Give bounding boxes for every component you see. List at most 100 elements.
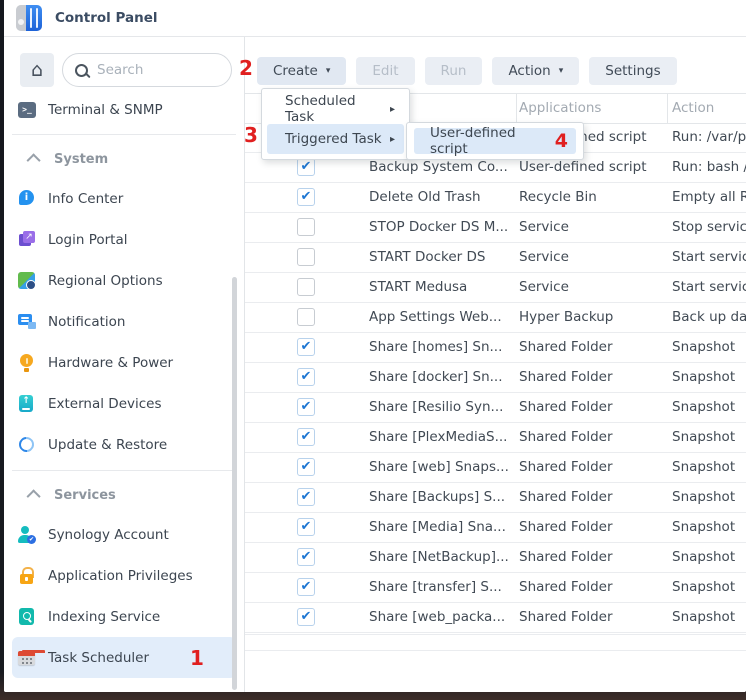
window-titlebar: Control Panel [4,0,746,37]
checkbox-checked[interactable]: ✔ [297,338,315,356]
sidebar-item-label: Hardware & Power [48,355,173,371]
button-label: Settings [605,63,660,79]
sidebar-item-info-center[interactable]: Info Center [12,178,236,219]
external-devices-icon [18,395,36,413]
sidebar-scrollbar[interactable] [232,277,237,690]
checkbox-checked[interactable]: ✔ [297,398,315,416]
check-icon: ✔ [298,369,314,384]
create-dropdown-menu: Scheduled Task▸Triggered Task▸ [261,88,410,160]
terminal-icon [18,101,36,119]
sidebar-item-label: Notification [48,314,125,330]
sidebar-item-external-devices[interactable]: External Devices [12,383,236,424]
sidebar-section-services[interactable]: Services [4,476,244,514]
table-row[interactable]: ✔Share [web] Snaps...Shared FolderSnapsh… [245,453,746,483]
checkbox-checked[interactable]: ✔ [297,578,315,596]
hardware-power-icon-part [24,368,29,372]
sidebar-item-label: Task Scheduler [48,650,149,666]
cell-application: Shared Folder [519,513,667,541]
column-header-applications[interactable]: Applications [519,94,601,122]
table-row[interactable]: ✔Share [web_packa...Shared FolderSnapsho… [245,603,746,633]
cell-application: Shared Folder [519,603,667,631]
table-row[interactable]: ✔Share [Backups] S...Shared FolderSnapsh… [245,483,746,513]
task-scheduler-icon-part [18,651,35,656]
sidebar-section-system[interactable]: System [4,140,244,178]
cell-task-name: Share [Resilio Syn... [369,393,511,421]
checkbox-checked[interactable]: ✔ [297,158,315,176]
create-button[interactable]: Create▾ [257,57,346,85]
check-icon: ✔ [298,189,314,204]
table-row[interactable]: ✔Share [Media] Sna...Shared FolderSnapsh… [245,513,746,543]
checkbox-unchecked[interactable]: ✔ [297,218,315,236]
edit-button: Edit [356,57,414,85]
table-row[interactable]: ✔Share [transfer] S...Shared FolderSnaps… [245,573,746,603]
table-row[interactable]: ✔STOP Docker DS M...ServiceStop servic [245,213,746,243]
table-row[interactable]: ✔START Docker DSServiceStart servic [245,243,746,273]
window-title: Control Panel [55,10,158,26]
search-input[interactable]: Search [62,53,232,87]
cell-application: Shared Folder [519,573,667,601]
sidebar-item-application-privileges[interactable]: Application Privileges [12,555,236,596]
table-row[interactable]: ✔ Share [Resilio Syn... Shared FolderSnaps… [245,393,746,423]
sidebar-item-login-portal[interactable]: Login Portal [12,219,236,260]
table-row[interactable]: ✔App Settings Web...Hyper BackupBack up … [245,303,746,333]
column-header-action[interactable]: Action [672,94,714,122]
cell-action: Empty all R [672,183,746,211]
main-panel: Create▾EditRunAction▾Settings Applicatio… [245,37,746,692]
notification-icon [18,313,36,331]
sidebar-item-label: External Devices [48,396,162,412]
checkbox-checked[interactable]: ✔ [297,188,315,206]
settings-button[interactable]: Settings [589,57,676,85]
control-panel-icon-sliders [26,5,42,31]
table-row[interactable]: ✔Delete Old TrashRecycle BinEmpty all R [245,183,746,213]
table-grid-line [245,634,746,635]
sidebar-item-synology-account[interactable]: Synology Account [12,514,236,555]
submenu-item-user-defined-script[interactable]: User-defined script4 [414,128,576,154]
checkbox-checked[interactable]: ✔ [297,428,315,446]
caret-down-icon: ▾ [326,66,331,76]
cell-application: Shared Folder [519,333,667,361]
menu-item-triggered-task[interactable]: Triggered Task▸ [267,124,404,154]
sidebar-item-task-scheduler[interactable]: Task Scheduler1 [12,637,236,678]
menu-item-label: Scheduled Task [285,93,384,125]
cell-task-name: Share [NetBackup]... [369,543,511,571]
sidebar-item-terminal-snmp[interactable]: Terminal & SNMP [12,91,236,129]
table-row[interactable]: ✔Share [homes] Sn...Shared FolderSnapsho… [245,333,746,363]
control-panel-icon-knob [16,5,26,31]
table-row[interactable]: ✔Share [PlexMediaS...Shared FolderSnapsh… [245,423,746,453]
task-table-body: ✔User-defined scriptRun: /var/p✔Backup S… [245,123,746,633]
cell-action: Back up da [672,303,746,331]
checkbox-unchecked[interactable]: ✔ [297,248,315,266]
checkbox-checked[interactable]: ✔ [297,518,315,536]
checkbox-checked[interactable]: ✔ [297,368,315,386]
cell-task-name: App Settings Web... [369,303,511,331]
sidebar-item-update-restore[interactable]: Update & Restore [12,424,236,465]
chevron-up-icon [27,153,41,167]
cell-action: Snapshot [672,393,746,421]
sidebar-item-notification[interactable]: Notification [12,301,236,342]
menu-item-scheduled-task[interactable]: Scheduled Task▸ [267,94,404,124]
table-row[interactable]: ✔START MedusaServiceStart servic [245,273,746,303]
task-scheduler-icon [18,649,36,667]
checkbox-checked[interactable]: ✔ [297,488,315,506]
checkbox-checked[interactable]: ✔ [297,458,315,476]
cell-task-name: START Medusa [369,273,511,301]
sidebar-section-label: System [54,152,108,167]
home-icon: ⌂ [31,61,43,80]
header-separator [667,94,668,123]
home-button[interactable]: ⌂ [20,53,54,87]
checkbox-unchecked[interactable]: ✔ [297,278,315,296]
table-row[interactable]: ✔Share [NetBackup]...Shared FolderSnapsh… [245,543,746,573]
sidebar-divider [12,470,236,471]
sidebar-item-indexing-service[interactable]: Indexing Service [12,596,236,637]
cell-action: Stop servic [672,213,746,241]
login-portal-icon [18,231,36,249]
checkbox-unchecked[interactable]: ✔ [297,308,315,326]
synology-account-icon [18,526,36,544]
cell-application: Shared Folder [519,393,667,421]
table-row[interactable]: ✔Share [docker] Sn...Shared FolderSnapsh… [245,363,746,393]
action-button[interactable]: Action▾ [492,57,579,85]
sidebar-item-hardware-power[interactable]: Hardware & Power [12,342,236,383]
checkbox-checked[interactable]: ✔ [297,608,315,626]
checkbox-checked[interactable]: ✔ [297,548,315,566]
sidebar-item-regional-options[interactable]: Regional Options [12,260,236,301]
